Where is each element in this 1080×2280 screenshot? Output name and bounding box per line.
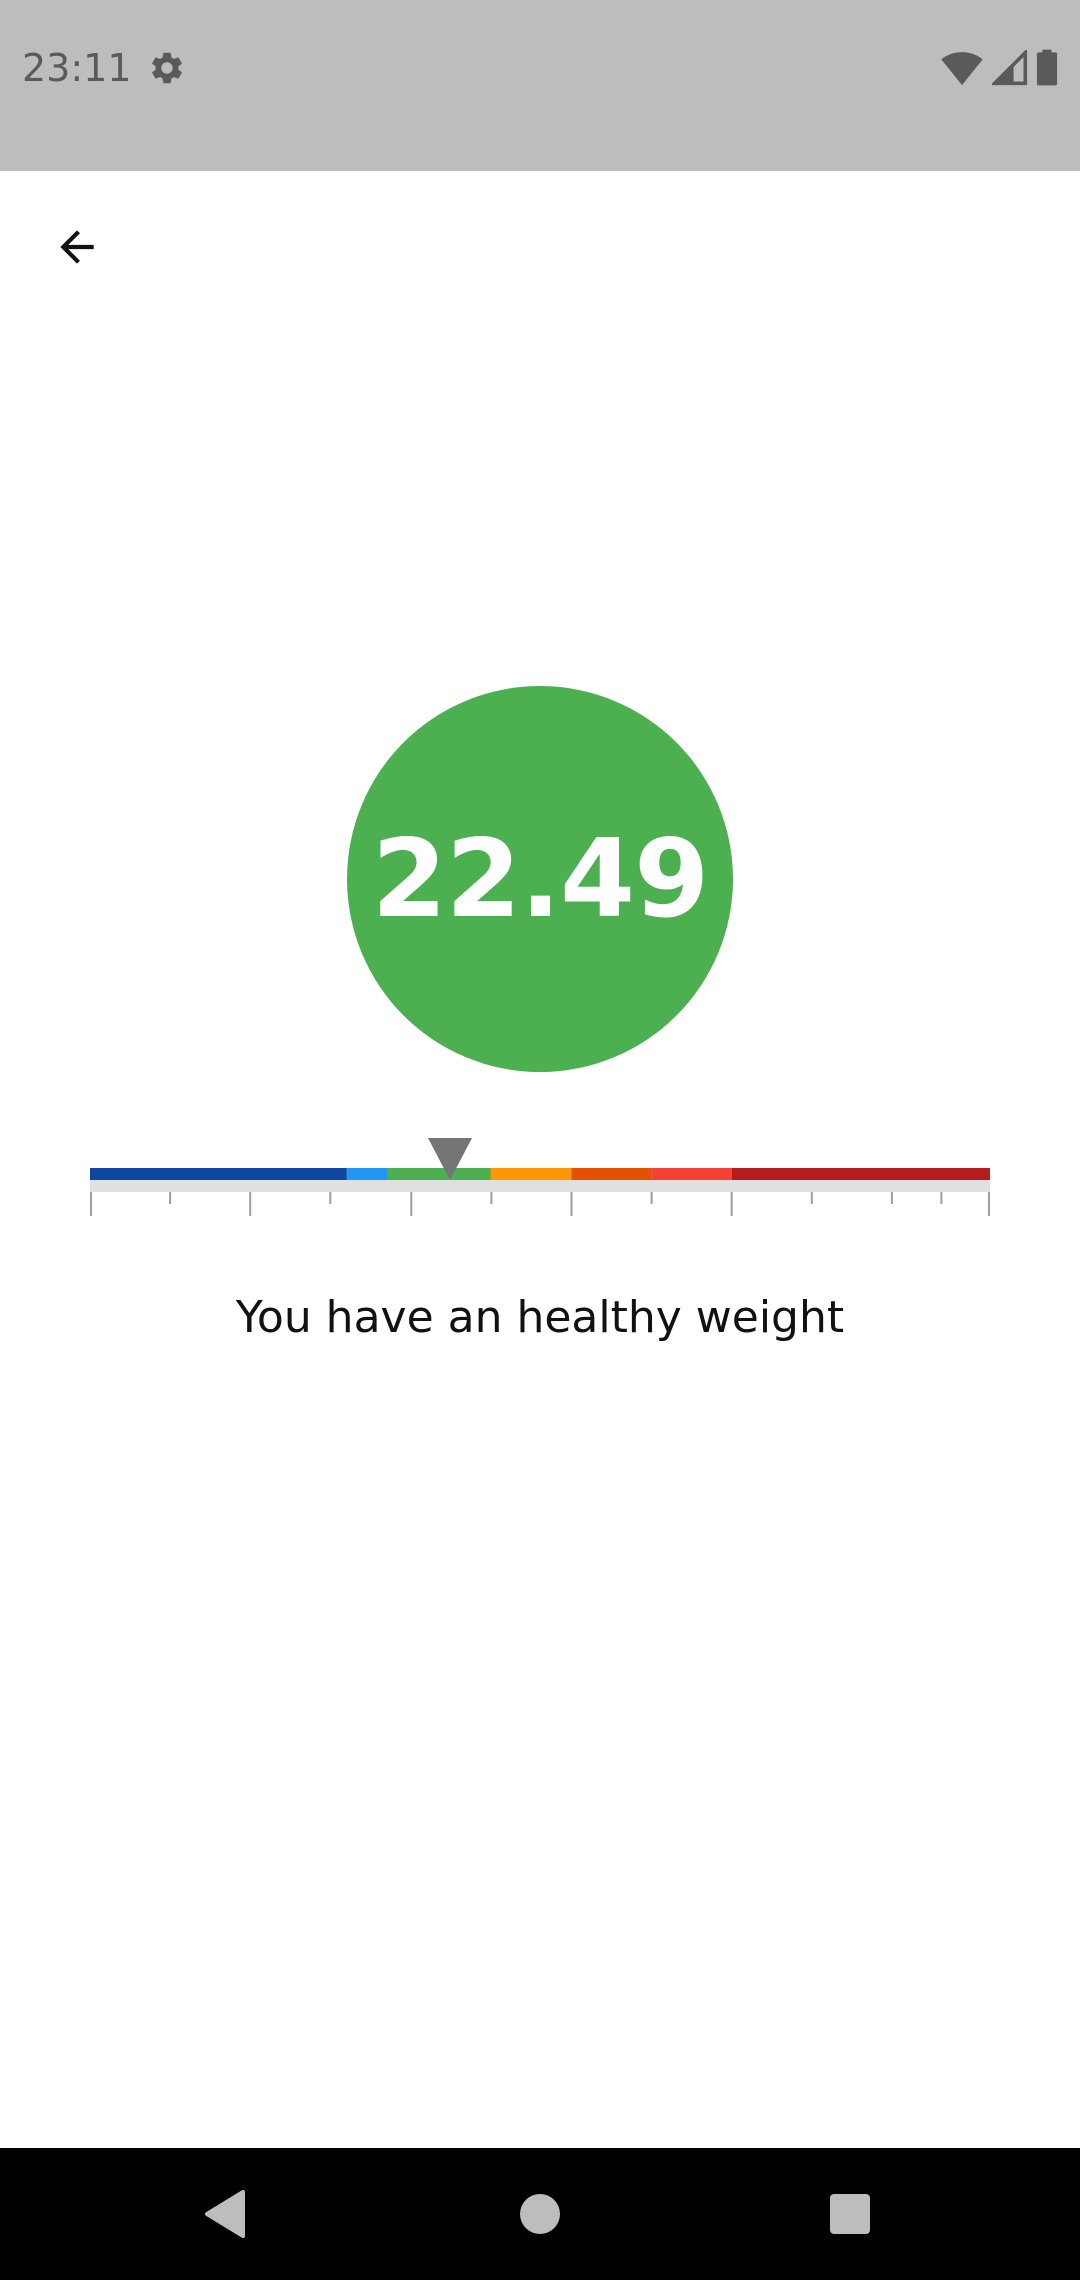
scale-segment-4 [571, 1168, 652, 1180]
battery-icon [1036, 49, 1058, 86]
back-button[interactable] [40, 210, 114, 284]
scale-segment-6 [731, 1168, 990, 1180]
recents-square-icon [830, 2194, 870, 2234]
nav-recents-button[interactable] [785, 2148, 915, 2280]
back-triangle-icon [205, 2190, 245, 2238]
scale-segment-2 [387, 1168, 491, 1180]
scale-segment-5 [651, 1168, 732, 1180]
scale-baseline [90, 1180, 990, 1192]
cellular-signal-icon [992, 50, 1028, 86]
nav-back-button[interactable] [160, 2148, 290, 2280]
result-message: You have an healthy weight [235, 1292, 845, 1343]
scale-segment-0 [90, 1168, 347, 1180]
status-bar: 23:11 [0, 0, 1080, 171]
wifi-icon [941, 52, 983, 86]
home-circle-icon [520, 2194, 560, 2234]
bmi-value: 22.49 [371, 816, 710, 942]
navigation-bar [0, 2148, 1080, 2280]
arrow-left-icon [60, 230, 94, 264]
scale-segment-1 [346, 1168, 387, 1180]
bmi-result-circle: 22.49 [347, 686, 733, 1072]
status-icons [940, 48, 1058, 88]
nav-home-button[interactable] [475, 2148, 605, 2280]
scale-segment-3 [490, 1168, 572, 1180]
gear-icon [152, 52, 182, 84]
bmi-scale [90, 1138, 990, 1216]
status-time: 23:11 [22, 46, 132, 90]
